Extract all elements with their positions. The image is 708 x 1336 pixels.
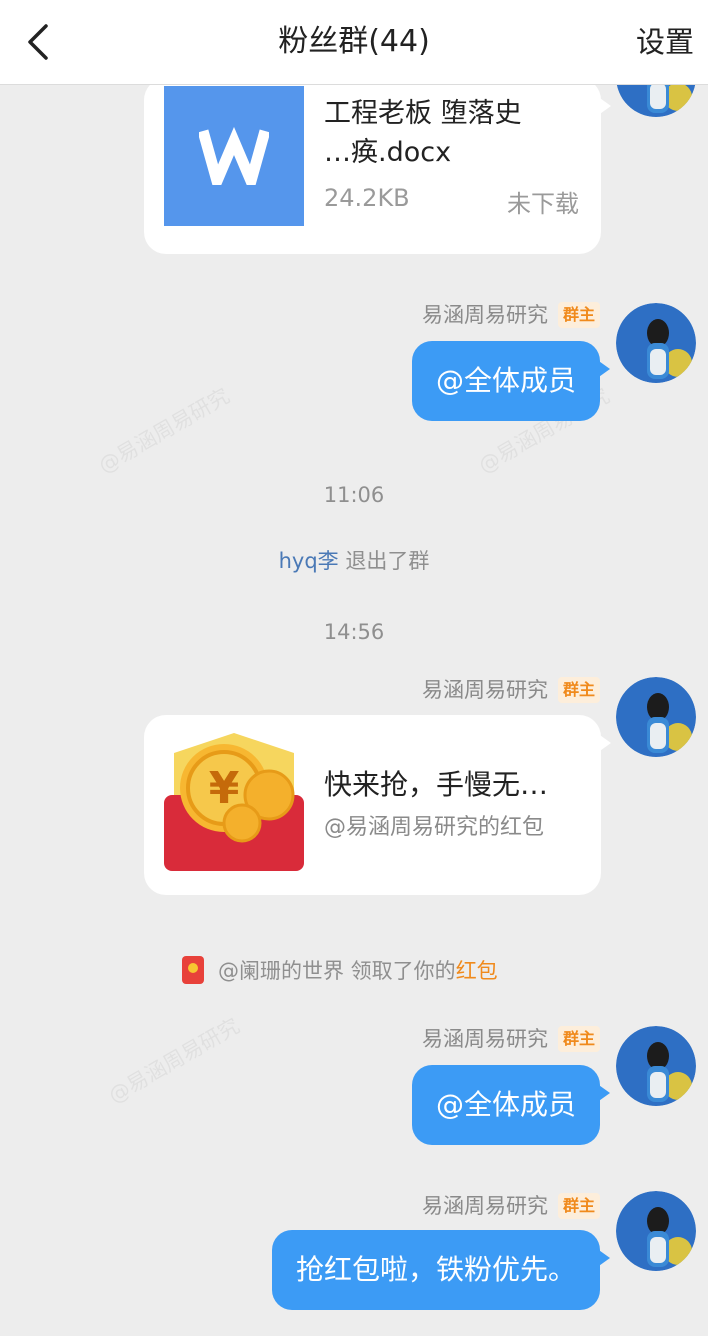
red-packet-subtitle: @易涵周易研究的红包 [324, 815, 545, 840]
word-doc-icon [164, 86, 304, 226]
sender-name: 易涵周易研究 [421, 678, 548, 702]
red-packet-card[interactable]: ¥ 快来抢，手慢无… @易涵周易研究的红包 [144, 715, 611, 895]
avatar[interactable] [616, 677, 696, 757]
sender-name: 易涵周易研究 [421, 303, 548, 327]
file-message-card[interactable]: 工程老板 堕落史 …痪.docx 24.2KB 未下载 [144, 85, 611, 254]
avatar[interactable] [616, 1191, 696, 1271]
message-bubble[interactable]: @全体成员 [411, 341, 611, 421]
timestamp: 14:56 [323, 620, 385, 644]
top-navigation-bar: 粉丝群(44) 设置 [0, 0, 708, 85]
avatar[interactable] [616, 85, 696, 117]
notice-text: 退出了群 [338, 549, 430, 573]
red-packet-link[interactable]: 红包 [456, 959, 498, 983]
message-bubble[interactable]: 抢红包啦，铁粉优先。 [271, 1230, 611, 1310]
red-packet-icon: ¥ [164, 733, 304, 871]
file-name: 工程老板 堕落史 …痪.docx [324, 98, 522, 168]
sender-row: 易涵周易研究 群主 [422, 1024, 600, 1054]
notice-text: @阑珊的世界 领取了你的 [218, 959, 456, 983]
system-notice-red-packet-claimed: @阑珊的世界 领取了你的红包 [182, 955, 498, 985]
system-notice-left-group: hyq李 退出了群 [0, 545, 708, 575]
owner-badge: 群主 [557, 677, 600, 703]
red-packet-title: 快来抢，手慢无… [324, 768, 549, 801]
chat-title: 粉丝群(44) [278, 24, 430, 59]
sender-name: 易涵周易研究 [421, 1194, 548, 1218]
message-bubble[interactable]: @全体成员 [411, 1065, 611, 1145]
chat-message-list[interactable]: @易涵周易研究 @易涵周易研究 @易涵周易研究 工程老板 堕落史 …痪.docx… [0, 85, 708, 1336]
avatar[interactable] [616, 303, 696, 383]
download-status: 未下载 [507, 190, 579, 218]
settings-button[interactable]: 设置 [636, 22, 694, 62]
sender-row: 易涵周易研究 群主 [422, 1191, 600, 1221]
red-packet-mini-icon [182, 956, 204, 984]
sender-row: 易涵周易研究 群主 [422, 675, 600, 705]
owner-badge: 群主 [557, 1193, 600, 1219]
owner-badge: 群主 [557, 1026, 600, 1052]
sender-row: 易涵周易研究 群主 [422, 300, 600, 330]
owner-badge: 群主 [557, 302, 600, 328]
file-size: 24.2KB [324, 184, 410, 212]
user-link[interactable]: hyq李 [279, 549, 339, 573]
timestamp: 11:06 [323, 483, 385, 507]
sender-name: 易涵周易研究 [421, 1027, 548, 1051]
avatar[interactable] [616, 1026, 696, 1106]
